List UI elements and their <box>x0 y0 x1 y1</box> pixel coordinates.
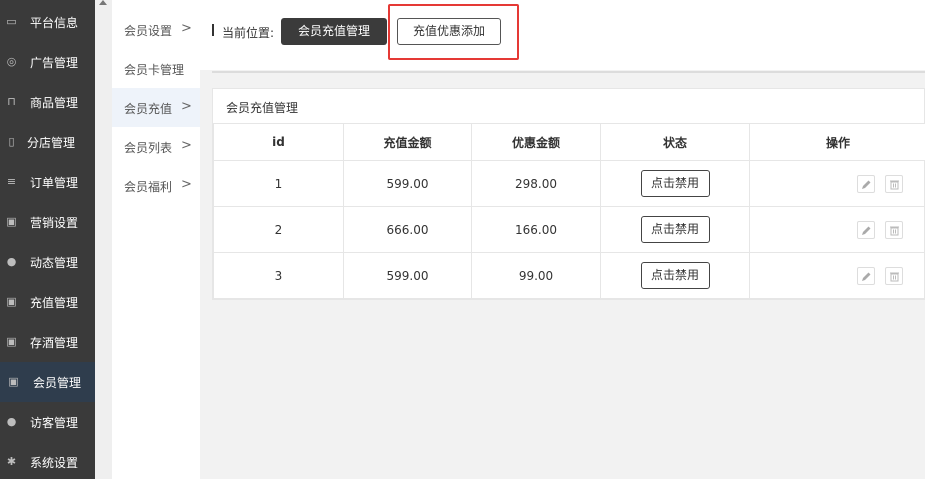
sidebar-item-settings[interactable]: ✱ 系统设置 <box>0 442 95 479</box>
sidebar-item-label: 动态管理 <box>30 256 79 270</box>
sidebar-item-branches[interactable]: ▯ 分店管理 <box>0 122 95 162</box>
chevron-right-icon: > <box>181 21 192 36</box>
sidebar-item-label: 广告管理 <box>30 56 79 70</box>
sidebar-scroll-track[interactable] <box>95 0 112 479</box>
sidebar-item-label: 分店管理 <box>27 136 76 150</box>
scroll-up-arrow-icon[interactable] <box>99 0 107 5</box>
disable-button[interactable]: 点击禁用 <box>640 262 710 289</box>
submenu-item-label: 会员充值 <box>124 102 173 116</box>
column-header-amount: 充值金额 <box>343 123 472 161</box>
cart-icon: ⊓ <box>7 95 16 108</box>
submenu-item-member-recharge[interactable]: 会员充值 > <box>112 88 200 127</box>
trash-icon[interactable] <box>885 266 903 285</box>
cell-status: 点击禁用 <box>600 160 750 207</box>
sidebar-item-label: 平台信息 <box>30 16 79 30</box>
add-recharge-discount-button[interactable]: 充值优惠添加 <box>397 18 501 45</box>
gift-icon: ▣ <box>8 375 19 388</box>
cell-id: 2 <box>213 206 344 253</box>
sidebar-item-label: 充值管理 <box>30 296 79 310</box>
submenu-item-member-list[interactable]: 会员列表 > <box>112 127 200 166</box>
sub-menu: 会员设置 > 会员卡管理 会员充值 > 会员列表 > 会员福利 > <box>112 0 200 479</box>
sidebar-item-news[interactable]: ● 动态管理 <box>0 242 95 282</box>
cell-actions <box>749 160 925 207</box>
submenu-item-member-card[interactable]: 会员卡管理 <box>112 49 200 88</box>
cell-status: 点击禁用 <box>600 252 750 299</box>
table-row: 2 666.00 166.00 点击禁用 <box>213 206 925 253</box>
column-header-actions: 操作 <box>749 123 925 161</box>
disable-button[interactable]: 点击禁用 <box>640 170 710 197</box>
sidebar-item-label: 商品管理 <box>30 96 79 110</box>
cell-actions <box>749 252 925 299</box>
edit-icon[interactable] <box>857 174 875 193</box>
sidebar-item-ads[interactable]: ◎ 广告管理 <box>0 42 95 82</box>
sidebar-item-recharge[interactable]: ▣ 充值管理 <box>0 282 95 322</box>
cell-status: 点击禁用 <box>600 206 750 253</box>
submenu-item-label: 会员设置 <box>124 24 173 38</box>
location-marker <box>212 24 214 36</box>
submenu-item-member-settings[interactable]: 会员设置 > <box>112 10 200 49</box>
divider <box>212 71 925 73</box>
cell-discount: 99.00 <box>471 252 601 299</box>
column-header-status: 状态 <box>600 123 750 161</box>
sidebar-item-members[interactable]: ▣ 会员管理 <box>0 362 95 402</box>
cell-actions <box>749 206 925 253</box>
sidebar-item-visitors[interactable]: ● 访客管理 <box>0 402 95 442</box>
sidebar-item-platform-info[interactable]: ▭ 平台信息 <box>0 2 95 42</box>
submenu-item-label: 会员福利 <box>124 180 173 194</box>
submenu-item-label: 会员卡管理 <box>124 63 185 77</box>
edit-icon[interactable] <box>857 220 875 239</box>
column-header-discount: 优惠金额 <box>471 123 601 161</box>
chevron-right-icon: > <box>181 99 192 114</box>
trash-icon[interactable] <box>885 174 903 193</box>
gear-icon: ✱ <box>6 455 17 468</box>
edit-icon[interactable] <box>857 266 875 285</box>
cell-amount: 599.00 <box>343 160 472 207</box>
gift-icon: ▣ <box>6 215 17 228</box>
building-icon: ▯ <box>8 135 15 148</box>
chevron-right-icon: > <box>181 138 192 153</box>
gift-icon: ▣ <box>6 295 17 308</box>
sidebar-item-label: 订单管理 <box>30 176 79 190</box>
sidebar-item-label: 营销设置 <box>30 216 79 230</box>
column-header-id: id <box>213 123 344 161</box>
cell-discount: 298.00 <box>471 160 601 207</box>
user-icon: ● <box>6 255 17 268</box>
monitor-icon: ▭ <box>6 15 17 28</box>
location-label: 当前位置: <box>222 26 275 40</box>
submenu-item-label: 会员列表 <box>124 141 173 155</box>
sidebar-item-wine-storage[interactable]: ▣ 存酒管理 <box>0 322 95 362</box>
chevron-right-icon: > <box>181 177 192 192</box>
table-row: 1 599.00 298.00 点击禁用 <box>213 160 925 207</box>
table-row: 3 599.00 99.00 点击禁用 <box>213 252 925 299</box>
cell-amount: 599.00 <box>343 252 472 299</box>
app-window: ▭ 平台信息 ◎ 广告管理 ⊓ 商品管理 ▯ 分店管理 ≡ 订单管理 ▣ 营销设… <box>0 0 925 479</box>
gift-icon: ▣ <box>6 335 17 348</box>
sidebar-item-label: 存酒管理 <box>30 336 79 350</box>
sidebar-item-label: 系统设置 <box>30 456 79 470</box>
breadcrumb-bar: 当前位置: 会员充值管理 充值优惠添加 <box>200 0 925 70</box>
list-icon: ≡ <box>6 175 17 188</box>
panel-title: 会员充值管理 <box>226 101 299 115</box>
main-content: 当前位置: 会员充值管理 充值优惠添加 会员充值管理 id 充值金额 优惠金额 … <box>200 0 925 479</box>
cell-id: 3 <box>213 252 344 299</box>
recharge-panel: 会员充值管理 id 充值金额 优惠金额 状态 操作 1 599.00 298.0… <box>212 88 925 300</box>
sidebar-item-label: 会员管理 <box>33 376 82 390</box>
trash-icon[interactable] <box>885 220 903 239</box>
submenu-item-member-welfare[interactable]: 会员福利 > <box>112 166 200 205</box>
current-page-button[interactable]: 会员充值管理 <box>281 18 387 45</box>
cell-amount: 666.00 <box>343 206 472 253</box>
sidebar-item-marketing[interactable]: ▣ 营销设置 <box>0 202 95 242</box>
table-header-row: id 充值金额 优惠金额 状态 操作 <box>213 123 925 161</box>
cell-discount: 166.00 <box>471 206 601 253</box>
recharge-table: id 充值金额 优惠金额 状态 操作 1 599.00 298.00 点击禁用 <box>213 123 925 299</box>
sidebar-item-label: 访客管理 <box>30 416 79 430</box>
main-sidebar: ▭ 平台信息 ◎ 广告管理 ⊓ 商品管理 ▯ 分店管理 ≡ 订单管理 ▣ 营销设… <box>0 0 95 479</box>
sidebar-item-orders[interactable]: ≡ 订单管理 <box>0 162 95 202</box>
sidebar-item-products[interactable]: ⊓ 商品管理 <box>0 82 95 122</box>
user-icon: ● <box>6 415 17 428</box>
support-icon: ◎ <box>6 55 17 68</box>
cell-id: 1 <box>213 160 344 207</box>
disable-button[interactable]: 点击禁用 <box>640 216 710 243</box>
